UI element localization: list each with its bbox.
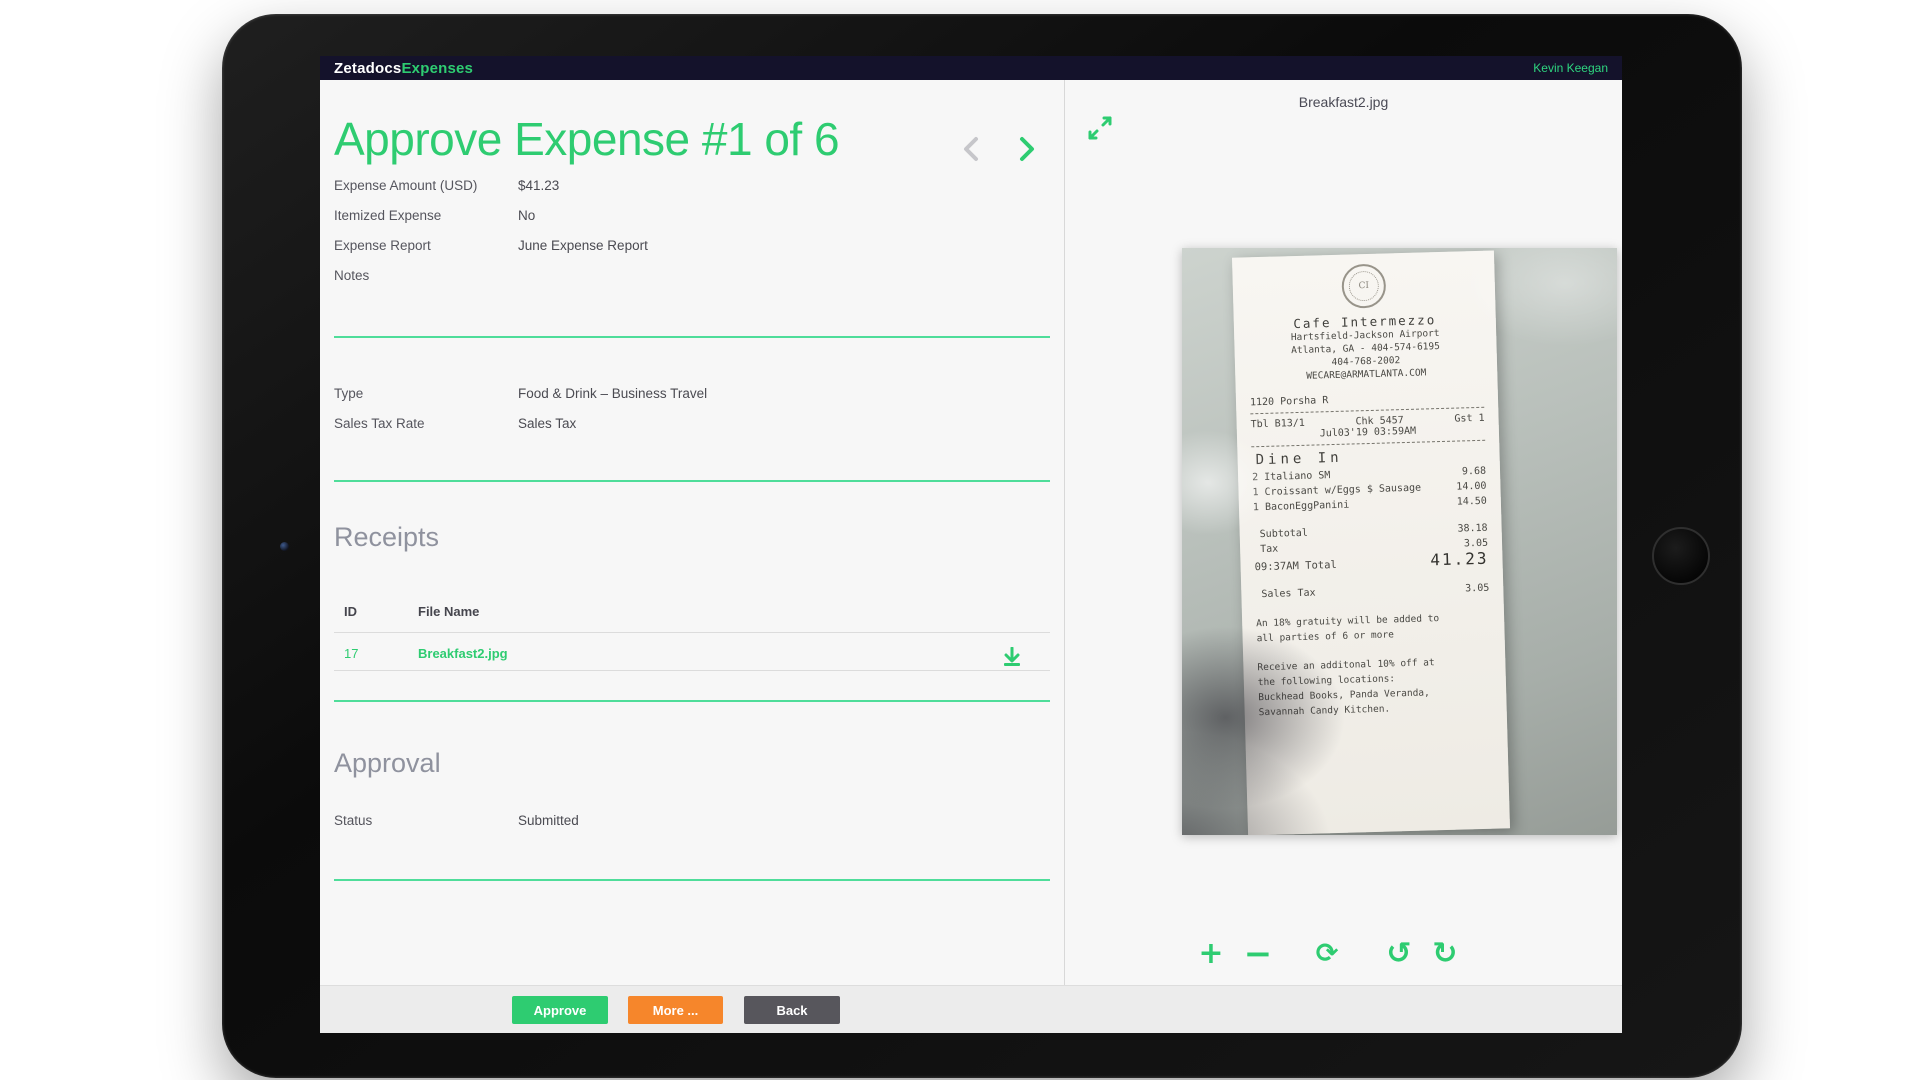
field-value: Sales Tax [518, 416, 576, 431]
fullscreen-button[interactable] [1087, 114, 1115, 142]
merchant-emblem: CI [1341, 263, 1386, 308]
app-logo-primary: Zetadocs [334, 60, 401, 77]
merchant-emblem-monogram: CI [1348, 271, 1379, 302]
field-expense-amount: Expense Amount (USD) $41.23 [334, 178, 1050, 193]
item-price: 9.68 [1462, 464, 1487, 480]
field-value: No [518, 208, 535, 223]
top-navigation-bar: ZetadocsExpenses Kevin Keegan [320, 56, 1622, 80]
download-icon [1002, 647, 1022, 667]
field-type: Type Food & Drink – Business Travel [334, 386, 1050, 401]
receipt-photo[interactable]: CI Cafe Intermezzo Hartsfield-Jackson Ai… [1182, 248, 1617, 835]
viewer-controls: + − ⟳ ↺ ↻ [1065, 936, 1622, 972]
table-number: Tbl B13/1 [1250, 418, 1304, 431]
rotate-left-icon: ↺ [1386, 936, 1411, 971]
zoom-out-button[interactable]: − [1240, 936, 1276, 972]
field-label: Sales Tax Rate [334, 416, 518, 431]
zoom-in-icon: + [1198, 936, 1223, 971]
total-value: 41.23 [1430, 551, 1489, 568]
server-line: 1120 Porsha R [1250, 391, 1484, 409]
field-itemized-expense: Itemized Expense No [334, 208, 1050, 223]
refresh-icon: ⟳ [1316, 938, 1339, 969]
field-value: $41.23 [518, 178, 559, 193]
expense-detail-panel: Approve Expense #1 of 6 Expense Amount (… [320, 80, 1064, 985]
app-logo-secondary: Expenses [401, 60, 473, 77]
receipts-col-filename: File Name [418, 604, 479, 619]
back-button[interactable]: Back [744, 996, 840, 1024]
tax-label: Tax [1260, 542, 1278, 557]
field-label: Notes [334, 268, 518, 283]
tablet-home-button[interactable] [1652, 527, 1710, 585]
field-sales-tax-rate: Sales Tax Rate Sales Tax [334, 416, 1050, 431]
app-logo: ZetadocsExpenses [334, 60, 473, 77]
field-label: Expense Amount (USD) [334, 178, 518, 193]
current-user-label[interactable]: Kevin Keegan [1533, 61, 1608, 75]
next-expense-button[interactable] [1010, 132, 1044, 166]
gratuity-note: An 18% gratuity will be added to all par… [1256, 610, 1491, 647]
sales-tax-line: Sales Tax 3.05 [1255, 581, 1489, 603]
rotate-right-icon: ↻ [1432, 936, 1457, 971]
approve-button[interactable]: Approve [512, 996, 608, 1024]
receipt-paper: CI Cafe Intermezzo Hartsfield-Jackson Ai… [1232, 250, 1510, 835]
item-name: 1 BaconEggPanini [1253, 498, 1350, 516]
receipts-col-id: ID [344, 604, 357, 619]
sales-tax-value: 3.05 [1465, 581, 1490, 597]
more-button[interactable]: More ... [628, 996, 723, 1024]
field-notes: Notes [334, 268, 1050, 283]
reset-view-button[interactable]: ⟳ [1309, 936, 1345, 972]
field-value: June Expense Report [518, 238, 648, 253]
item-price: 14.00 [1456, 479, 1487, 495]
section-divider [334, 480, 1050, 482]
download-receipt-button[interactable] [1002, 646, 1024, 668]
chevron-left-icon [961, 136, 981, 162]
receipt-row-id: 17 [344, 646, 358, 661]
table-divider [334, 632, 1050, 633]
field-value: Food & Drink – Business Travel [518, 386, 707, 401]
guest-count: Gst 1 [1454, 413, 1484, 425]
zoom-out-icon: − [1244, 934, 1273, 974]
approval-heading: Approval [334, 748, 441, 779]
field-label: Type [334, 386, 518, 401]
field-status: Status Submitted [334, 813, 1050, 828]
field-label: Itemized Expense [334, 208, 518, 223]
page-title: Approve Expense #1 of 6 [334, 112, 839, 166]
app-screen: ZetadocsExpenses Kevin Keegan Approve Ex… [320, 56, 1622, 1033]
field-label: Status [334, 813, 518, 828]
subtotal-value: 38.18 [1457, 521, 1488, 537]
section-divider [334, 336, 1050, 338]
subtotal-label: Subtotal [1260, 526, 1309, 542]
rotate-right-button[interactable]: ↻ [1427, 936, 1463, 972]
field-label: Expense Report [334, 238, 518, 253]
previous-expense-button[interactable] [954, 132, 988, 166]
promo-note: Receive an additonal 10% off at the foll… [1257, 654, 1493, 721]
chevron-right-icon [1017, 136, 1037, 162]
field-expense-report: Expense Report June Expense Report [334, 238, 1050, 253]
total-label: 09:37AM Total [1254, 558, 1337, 575]
status-value: Submitted [518, 813, 579, 828]
section-divider [334, 879, 1050, 881]
sales-tax-label: Sales Tax [1261, 586, 1316, 603]
section-divider [334, 700, 1050, 702]
viewer-file-title: Breakfast2.jpg [1065, 94, 1622, 110]
zoom-in-button[interactable]: + [1193, 936, 1229, 972]
action-footer: Approve More ... Back [320, 985, 1622, 1033]
rotate-left-button[interactable]: ↺ [1381, 936, 1417, 972]
expand-icon [1087, 115, 1113, 141]
tablet-camera [280, 542, 289, 551]
item-price: 14.50 [1457, 494, 1488, 510]
table-divider [334, 670, 1050, 671]
receipt-file-link[interactable]: Breakfast2.jpg [418, 646, 508, 661]
receipt-viewer-panel: Breakfast2.jpg CI Cafe Intermezzo Hartsf… [1065, 80, 1622, 985]
receipts-heading: Receipts [334, 522, 439, 553]
